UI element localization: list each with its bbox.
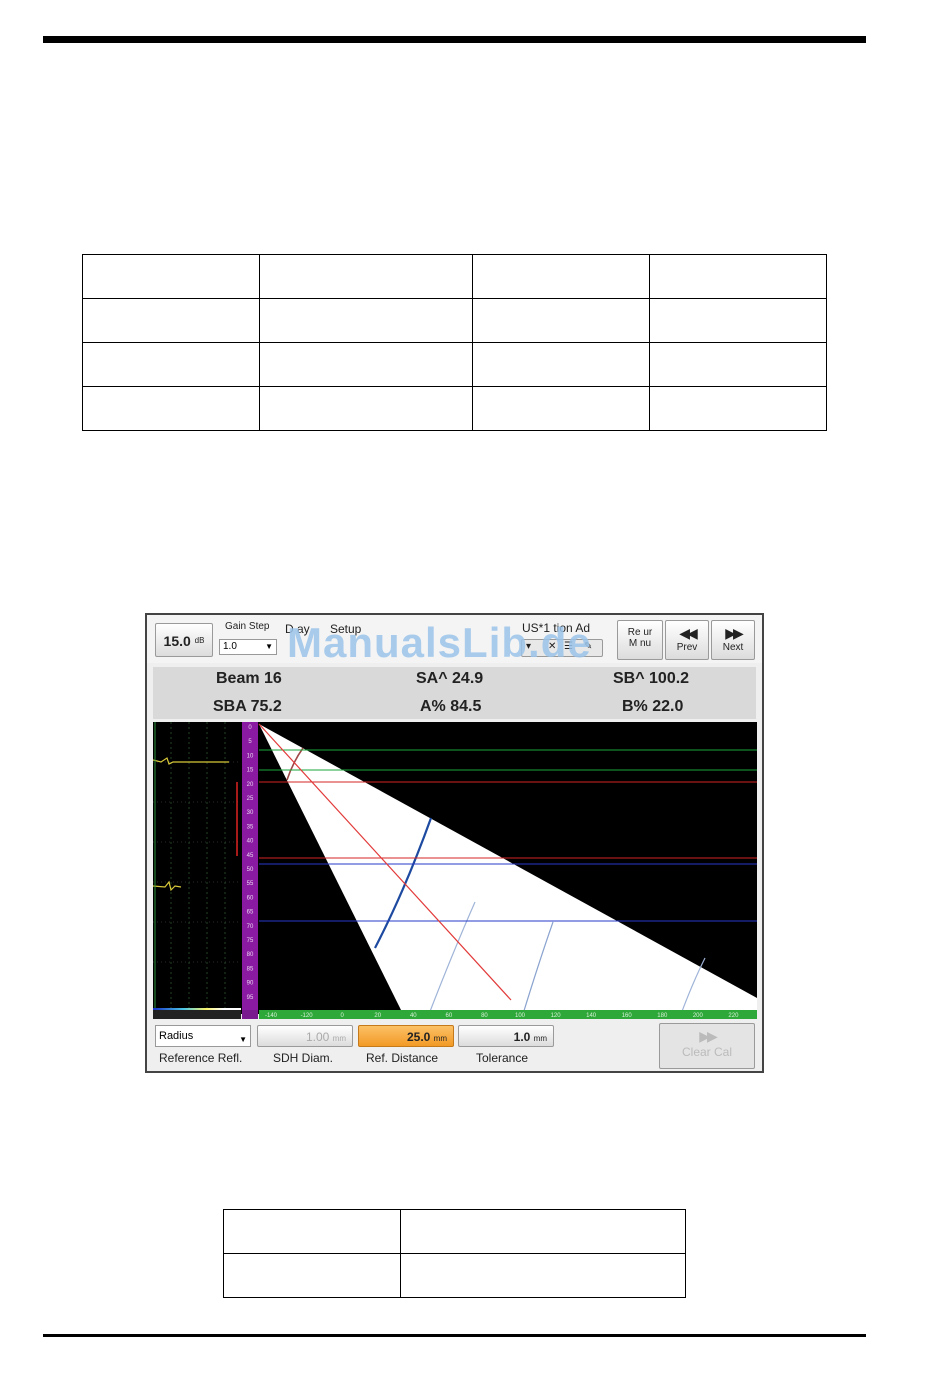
ref-distance-field[interactable]: 25.0 mm <box>358 1025 454 1047</box>
table-row <box>82 298 827 343</box>
depth-tick-label: 40 <box>247 839 254 845</box>
readout-beam: Beam 16 <box>216 670 282 687</box>
gain-step-select[interactable]: 1.0 ▼ <box>219 639 277 655</box>
scan-display: 0 5 10 15 20 25 30 35 40 45 50 55 60 65 70 75 80 85 90 95 <box>153 722 757 1014</box>
depth-tick-label: 15 <box>247 768 254 774</box>
sdh-unit: mm <box>332 1034 346 1043</box>
readout-sb: SB^ 100.2 <box>613 670 690 687</box>
watermark: ManualsLib.de <box>287 619 592 666</box>
sector-scan-graphic: 05101520253035404550556065707580859095 <box>153 722 757 1014</box>
empty-table-top <box>82 254 827 431</box>
empty-table-bottom <box>223 1209 686 1298</box>
tolerance-caption: Tolerance <box>476 1051 529 1065</box>
sdh-caption: SDH Diam. <box>273 1051 334 1065</box>
chevron-down-icon: ▼ <box>239 1035 247 1044</box>
rewind-icon: ◀◀ <box>679 625 698 641</box>
tolerance-unit: mm <box>533 1034 547 1043</box>
depth-tick-label: 65 <box>247 910 254 916</box>
readout-a-percent: A% 84.5 <box>420 698 482 715</box>
depth-tick-label: 90 <box>247 981 254 987</box>
return-menu-button[interactable]: Re ur M nu <box>617 620 663 660</box>
clear-cal-label: Clear Cal <box>681 1045 732 1059</box>
depth-tick-label: 30 <box>247 810 254 816</box>
next-label: Next <box>722 642 744 653</box>
ref-distance-caption: Ref. Distance <box>366 1051 439 1065</box>
depth-tick-label: 20 <box>247 782 254 788</box>
depth-tick-label: 10 <box>247 753 254 759</box>
gain-button[interactable]: 15.0 dB <box>155 623 213 657</box>
gain-step-value: 1.0 <box>223 641 237 652</box>
table-row <box>223 1209 686 1254</box>
chevron-down-icon: ▼ <box>265 642 273 651</box>
readout-sba: SBA 75.2 <box>213 698 282 715</box>
table-row <box>82 386 827 431</box>
ref-distance-unit: mm <box>433 1034 447 1043</box>
depth-tick-label: 70 <box>247 924 254 930</box>
sector-fan <box>259 724 757 1014</box>
gain-value: 15.0 <box>163 633 191 649</box>
depth-tick-label: 95 <box>247 995 254 1001</box>
prev-button[interactable]: ◀◀ Prev <box>665 620 709 660</box>
prev-label: Prev <box>676 642 698 653</box>
fast-forward-icon: ▶▶ <box>699 1028 718 1044</box>
depth-tick-label: 80 <box>247 952 254 958</box>
gain-unit: dB <box>194 636 205 645</box>
clear-cal-button[interactable]: ▶▶ Clear Cal <box>659 1023 755 1069</box>
table-row <box>82 254 827 299</box>
return-menu-line1: Re ur <box>627 627 653 638</box>
table-row <box>223 1253 686 1298</box>
reference-caption: Reference Refl. <box>159 1051 243 1065</box>
depth-tick-label: 55 <box>247 881 254 887</box>
table-row <box>82 342 827 387</box>
toolbar: 15.0 dB Gain Step 1.0 ▼ D ay Setup US*1 … <box>147 615 762 666</box>
bottom-controls: Radius ▼ Reference Refl. 1.00 mm SDH Dia… <box>147 1017 762 1072</box>
next-button[interactable]: ▶▶ Next <box>711 620 755 660</box>
ascan-panel <box>153 722 241 1014</box>
tolerance-value: 1.0 <box>513 1030 531 1044</box>
gain-step-label: Gain Step <box>225 621 270 632</box>
reference-select[interactable]: Radius ▼ <box>155 1025 251 1047</box>
fast-forward-icon: ▶▶ <box>725 625 744 641</box>
readout-sa: SA^ 24.9 <box>416 670 484 687</box>
reference-select-value: Radius <box>159 1030 194 1042</box>
readout-panel: Beam 16 SA^ 24.9 SB^ 100.2 SBA 75.2 A% 8… <box>153 667 756 719</box>
return-menu-line2: M nu <box>628 638 652 649</box>
header-rule <box>43 36 866 43</box>
tolerance-field[interactable]: 1.0 mm <box>458 1025 554 1047</box>
depth-tick-label: 45 <box>247 853 254 859</box>
footer-rule <box>43 1334 866 1337</box>
depth-tick-label: 35 <box>247 824 254 830</box>
sdh-diameter-field[interactable]: 1.00 mm <box>257 1025 353 1047</box>
instrument-screenshot: 15.0 dB Gain Step 1.0 ▼ D ay Setup US*1 … <box>145 613 764 1073</box>
readout-b-percent: B% 22.0 <box>622 698 684 715</box>
depth-tick-label: 25 <box>247 796 254 802</box>
depth-tick-label: 75 <box>247 938 254 944</box>
sdh-value: 1.00 <box>305 1030 330 1044</box>
depth-tick-label: 60 <box>247 895 254 901</box>
depth-tick-label: 85 <box>247 966 254 972</box>
ref-distance-value: 25.0 <box>406 1030 431 1044</box>
depth-tick-label: 50 <box>247 867 254 873</box>
